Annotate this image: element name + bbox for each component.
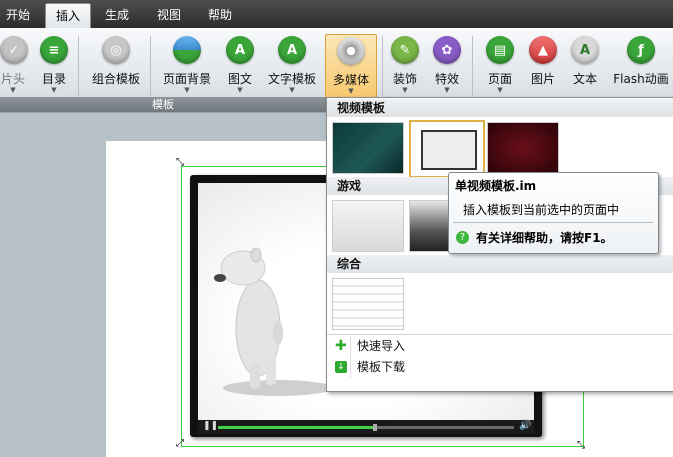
intro-label: 片头 [0,72,25,86]
text-label: 文本 [572,72,597,86]
help-icon: ? [456,231,469,244]
chevron-down-icon: ▼ [348,87,354,95]
tooltip-divider [453,222,653,223]
ribbon-separator [150,36,151,96]
template-thumbnail[interactable] [487,122,559,174]
template-thumbnail[interactable] [332,122,404,174]
ribbon-separator [78,36,79,96]
chevron-down-icon: ▼ [289,86,295,94]
tooltip-title: 单视频模板.im [455,179,537,193]
volume-icon[interactable]: 🔊 [519,420,531,431]
template-thumbnail[interactable] [332,200,404,252]
template-thumbnail[interactable] [332,278,404,330]
chevron-down-icon: ▼ [237,86,243,94]
seek-handle[interactable] [372,424,377,431]
ribbon-separator [382,36,383,96]
image-text-button[interactable]: A 图文 ▼ [224,34,256,100]
flash-label: Flash动画 [613,72,669,86]
effects-label: 特效 [434,72,459,86]
text-icon: A [571,36,599,64]
tooltip: 单视频模板.im 插入模板到当前选中的页面中 ? 有关详细帮助，请按F1。 [448,172,659,254]
template-download-label: 模板下载 [357,360,406,374]
intro-button[interactable]: ✓ 片头 ▼ [0,34,28,100]
quick-import-item[interactable]: ✚ 快速导入 [327,336,673,356]
seek-progress [218,426,375,429]
combo-template-button[interactable]: ◎ 组合模板 [88,34,144,100]
tab-help[interactable]: 帮助 [205,5,235,26]
plus-icon: ✚ [335,338,347,354]
chevron-down-icon: ▼ [402,86,408,94]
effects-button[interactable]: ✿ 特效 ▼ [430,34,464,100]
page-background-button[interactable]: 页面背景 ▼ [160,34,214,100]
section-header-video: 视频模板 [327,99,673,117]
picture-label: 图片 [530,72,555,86]
tab-view[interactable]: 视图 [154,5,184,26]
toc-button[interactable]: ≡ 目录 ▼ [36,34,72,100]
effects-icon: ✿ [433,36,461,64]
quick-import-label: 快速导入 [357,339,406,353]
text-template-button[interactable]: A 文字模板 ▼ [266,34,318,100]
multimedia-label: 多媒体 [332,73,369,87]
section-header-general: 综合 [327,255,673,273]
decoration-button[interactable]: ✎ 装饰 ▼ [388,34,422,100]
menu-bar: 开始 插入 生成 视图 帮助 [0,0,673,29]
combo-template-label: 组合模板 [91,72,140,86]
tab-start[interactable]: 开始 [3,5,33,26]
image-text-label: 图文 [227,72,252,86]
toc-label: 目录 [41,72,66,86]
template-thumbnail-selected[interactable] [409,120,485,178]
chevron-down-icon: ▼ [497,86,503,94]
page-background-label: 页面背景 [162,72,211,86]
pause-icon[interactable]: ❚❚ [203,421,218,431]
decoration-label: 装饰 [392,72,417,86]
menu-divider [327,334,673,335]
tab-insert[interactable]: 插入 [45,3,91,29]
chevron-down-icon: ▼ [10,86,16,94]
multimedia-icon [337,37,365,65]
multimedia-button[interactable]: 多媒体 ▼ [325,34,377,102]
text-template-label: 文字模板 [267,72,316,86]
text-template-icon: A [278,36,306,64]
page-icon: ▤ [486,36,514,64]
resize-handle-icon[interactable]: ⤡ [176,157,184,168]
page-label: 页面 [487,72,512,86]
page-button[interactable]: ▤ 页面 ▼ [482,34,518,100]
text-button[interactable]: A 文本 [568,34,602,100]
combo-template-icon: ◎ [102,36,130,64]
resize-handle-icon[interactable]: ⤡ [577,440,585,451]
chevron-down-icon: ▼ [51,86,57,94]
ribbon-group-label: 模板 [0,97,326,112]
chevron-down-icon: ▼ [444,86,450,94]
intro-icon: ✓ [0,36,28,64]
decoration-icon: ✎ [391,36,419,64]
image-text-icon: A [226,36,254,64]
picture-button[interactable]: ▲ 图片 [526,34,560,100]
ribbon-separator [472,36,473,96]
tab-generate[interactable]: 生成 [102,5,132,26]
picture-icon: ▲ [529,36,557,64]
flash-icon: ƒ [627,36,655,64]
page-background-icon [173,36,201,64]
download-icon: ↓ [335,361,347,373]
chevron-down-icon: ▼ [184,86,190,94]
tooltip-help: 有关详细帮助，请按F1。 [476,231,613,245]
toc-icon: ≡ [40,36,68,64]
flash-button[interactable]: ƒ Flash动画 [610,34,672,100]
template-download-item[interactable]: ↓ 模板下载 [327,357,673,377]
tooltip-description: 插入模板到当前选中的页面中 [463,203,620,217]
resize-handle-icon[interactable]: ⤢ [176,438,184,449]
